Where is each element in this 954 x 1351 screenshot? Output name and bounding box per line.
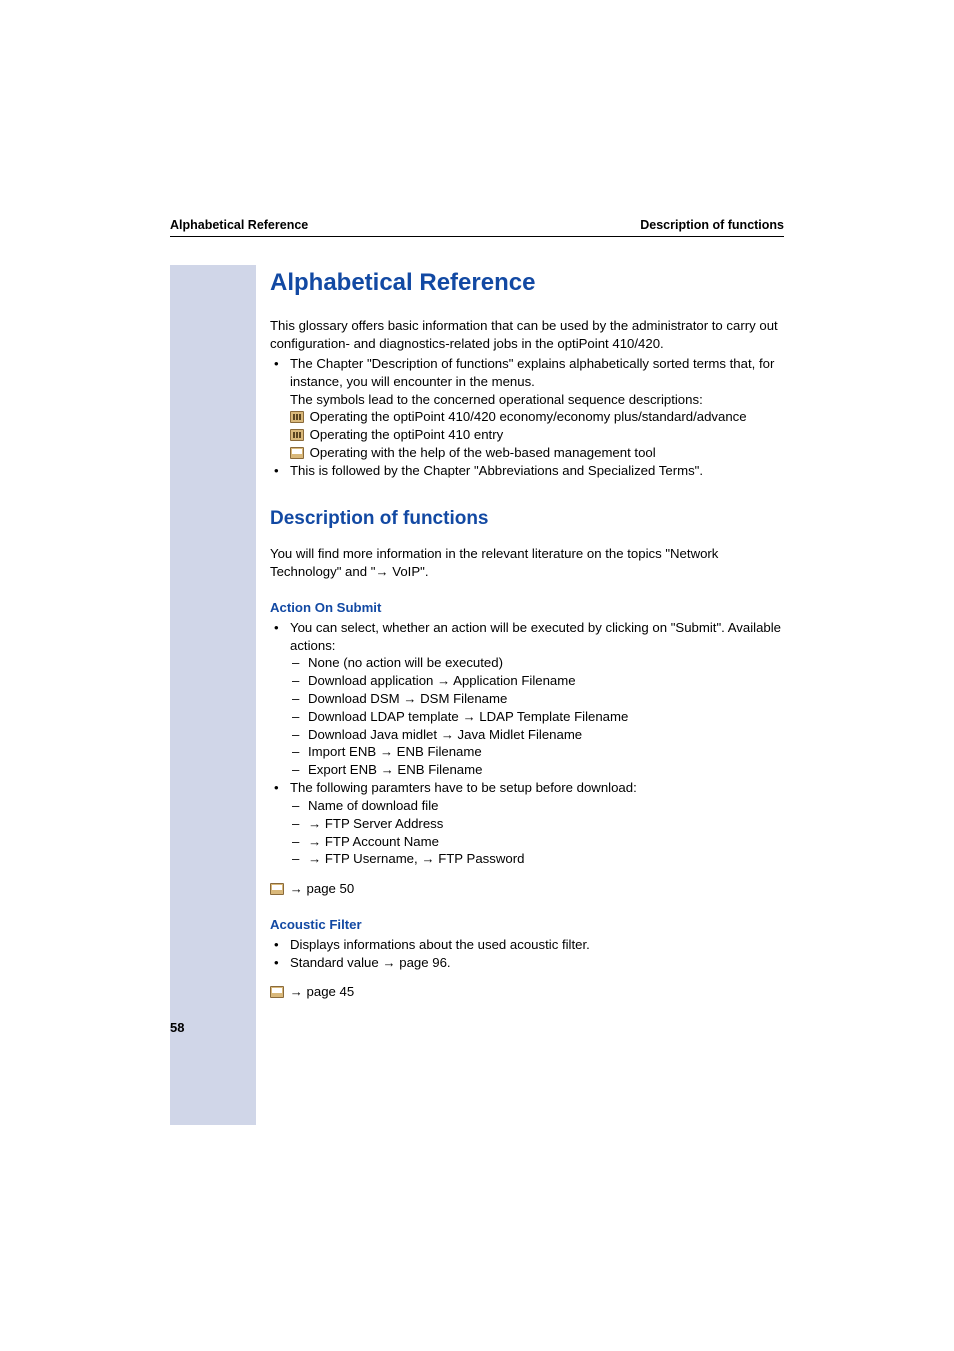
text-fragment: FTP Password (435, 851, 525, 866)
params-sublist: Name of download file → FTP Server Addre… (290, 797, 784, 868)
phone-entry-icon (290, 429, 304, 441)
arrow-icon: → (441, 727, 454, 742)
page-ref-text: page 45 (303, 984, 354, 999)
list-item: Download Java midlet → Java Midlet Filen… (290, 726, 784, 744)
arrow-icon: → (380, 744, 393, 759)
list-item: Download LDAP template → LDAP Template F… (290, 708, 784, 726)
page-title: Alphabetical Reference (270, 267, 784, 299)
section-heading: Description of functions (270, 506, 784, 532)
list-item: Displays informations about the used aco… (270, 936, 784, 954)
text-fragment: DSM Filename (416, 691, 507, 706)
text-fragment: FTP Account Name (321, 834, 439, 849)
text-fragment: Application Filename (450, 673, 575, 688)
text-fragment: Download DSM (308, 691, 403, 706)
intro-paragraph: This glossary offers basic information t… (270, 317, 784, 353)
list-item: Download application → Application Filen… (290, 672, 784, 690)
symbol-desc: Operating the optiPoint 410 entry (306, 427, 503, 442)
text-fragment: Name of download file (308, 798, 438, 813)
page-reference: → page 50 (270, 880, 784, 898)
text-fragment: page 96. (396, 955, 451, 970)
list-item: Name of download file (290, 797, 784, 815)
page-reference: → page 45 (270, 983, 784, 1001)
symbol-desc: Operating with the help of the web-based… (306, 445, 656, 460)
sidebar-accent (170, 265, 256, 1125)
arrow-icon: → (308, 816, 321, 831)
text-fragment: Displays informations about the used aco… (290, 937, 590, 952)
action-sublist: None (no action will be executed) Downlo… (290, 654, 784, 779)
web-tool-icon (270, 986, 284, 998)
list-item: Export ENB → ENB Filename (290, 761, 784, 779)
text-fragment: LDAP Template Filename (476, 709, 629, 724)
arrow-icon: → (308, 851, 321, 866)
arrow-icon: → (290, 881, 303, 896)
header-right: Description of functions (640, 218, 784, 232)
text-fragment: FTP Username, (321, 851, 421, 866)
page-ref-text: page 50 (303, 881, 354, 896)
main-content: Alphabetical Reference This glossary off… (256, 265, 784, 1125)
list-item: None (no action will be executed) (290, 654, 784, 672)
page-number: 58 (170, 1020, 184, 1035)
list-item: → FTP Username, → FTP Password (290, 850, 784, 868)
text-fragment: Download application (308, 673, 437, 688)
text-fragment: You will find more information in the re… (270, 546, 691, 561)
text-fragment: Export ENB (308, 762, 381, 777)
bullet-text: The symbols lead to the concerned operat… (290, 392, 703, 407)
list-item: The Chapter "Description of functions" e… (270, 355, 784, 462)
arrow-icon: → (290, 984, 303, 999)
arrow-icon: → (375, 564, 388, 579)
text-fragment: ENB Filename (394, 762, 483, 777)
section-paragraph: You will find more information in the re… (270, 545, 784, 581)
arrow-icon: → (381, 762, 394, 777)
intro-bullets: The Chapter "Description of functions" e… (270, 355, 784, 480)
list-item: → FTP Server Address (290, 815, 784, 833)
list-item: Standard value → page 96. (270, 954, 784, 972)
page-header: Alphabetical Reference Description of fu… (170, 218, 784, 237)
bullet-text: The Chapter "Description of functions" e… (290, 356, 774, 389)
arrow-icon: → (437, 673, 450, 688)
list-item: Download DSM → DSM Filename (290, 690, 784, 708)
text-fragment: Download Java midlet (308, 727, 441, 742)
arrow-icon: → (403, 691, 416, 706)
bullet-text: This is followed by the Chapter "Abbrevi… (290, 463, 703, 478)
phone-display-icon (290, 411, 304, 423)
list-item: You can select, whether an action will b… (270, 619, 784, 779)
text-fragment: Import ENB (308, 744, 380, 759)
header-left: Alphabetical Reference (170, 218, 308, 232)
text-fragment: FTP Server Address (321, 816, 443, 831)
text-fragment: Java Midlet Filename (454, 727, 582, 742)
arrow-icon: → (308, 834, 321, 849)
text-fragment: None (no action will be executed) (308, 655, 503, 670)
list-item: Import ENB → ENB Filename (290, 743, 784, 761)
subheading-acoustic-filter: Acoustic Filter (270, 916, 784, 934)
list-item: This is followed by the Chapter "Abbrevi… (270, 462, 784, 480)
text-fragment: VoIP". (389, 564, 429, 579)
arrow-icon: → (382, 955, 395, 970)
symbol-desc: Operating the optiPoint 410/420 economy/… (306, 409, 747, 424)
list-item: → FTP Account Name (290, 833, 784, 851)
text-fragment: Download LDAP template (308, 709, 462, 724)
action-bullets: You can select, whether an action will b… (270, 619, 784, 868)
subheading-action-on-submit: Action On Submit (270, 599, 784, 617)
text-fragment: You can select, whether an action will b… (290, 620, 699, 635)
arrow-icon: → (421, 851, 434, 866)
arrow-icon: → (462, 709, 475, 724)
acoustic-bullets: Displays informations about the used aco… (270, 936, 784, 972)
list-item: The following paramters have to be setup… (270, 779, 784, 868)
web-tool-icon (270, 883, 284, 895)
web-tool-icon (290, 447, 304, 459)
text-fragment: The following paramters have to be setup… (290, 780, 637, 795)
text-fragment: Standard value (290, 955, 382, 970)
text-fragment: ENB Filename (393, 744, 482, 759)
